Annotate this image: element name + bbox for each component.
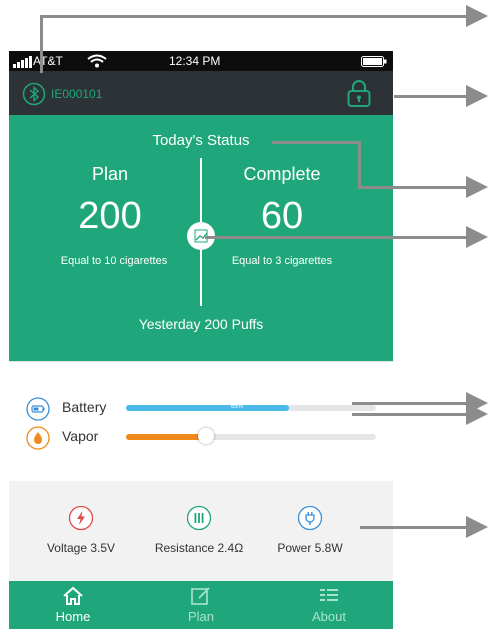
tab-bar: Home Plan About [9,581,393,629]
annotation-arrow-line [40,15,468,18]
vapor-fill [126,434,206,440]
annotation-arrowhead [466,516,488,538]
lock-icon[interactable] [346,78,372,108]
complete-value: 60 [260,195,304,237]
coil-icon [186,505,212,531]
phone-screen: AT&T 12:34 PM IE000101 Today's Status Pl… [9,51,393,629]
tab-about-label: About [312,609,346,624]
levels-section: Battery 65% Vapor [9,361,393,481]
tab-home[interactable]: Home [9,586,137,624]
section-divider [9,361,393,362]
tab-home-label: Home [55,609,91,624]
annotation-arrow-line [352,413,468,416]
annotation-arrowhead [466,85,488,107]
battery-label: Battery [62,399,107,415]
yesterday-summary: Yesterday 200 Puffs [138,316,264,332]
annotation-arrow-line [40,15,43,73]
battery-icon [26,397,50,421]
list-icon [318,586,340,606]
annotation-arrow-line [272,141,360,144]
wifi-icon [87,54,107,68]
carrier-label: AT&T [33,54,63,68]
bluetooth-icon[interactable] [22,82,46,106]
lightning-icon [68,505,94,531]
metric-resistance: Resistance 2.4Ω [139,505,259,555]
home-icon [62,586,84,606]
power-label: Power 5.8W [277,541,343,555]
vapor-slider-handle[interactable] [198,428,214,444]
plan-subtext: Equal to 10 cigarettes [60,255,168,267]
complete-subtext: Equal to 3 cigarettes [231,255,333,267]
tab-plan[interactable]: Plan [137,586,265,624]
device-bar: IE000101 [9,71,393,115]
complete-label: Complete [243,164,321,184]
voltage-label: Voltage 3.5V [46,541,116,555]
plan-label: Plan [91,164,129,184]
battery-status-icon [361,56,387,67]
annotation-arrowhead [466,403,488,425]
battery-fill [126,405,289,411]
edit-icon [190,586,212,606]
annotation-arrow-line [352,402,468,405]
status-bar: AT&T 12:34 PM [9,51,393,71]
annotation-arrow-line [394,95,468,98]
vapor-label: Vapor [62,428,99,444]
resistance-label: Resistance 2.4Ω [154,541,244,555]
plug-icon [297,505,323,531]
annotation-arrowhead [466,5,488,27]
annotation-arrowhead [466,226,488,248]
signal-icon [13,56,33,68]
battery-percent: 65% [231,404,244,410]
annotation-arrow-line [360,526,468,529]
metric-power: Power 5.8W [255,505,365,555]
metric-voltage: Voltage 3.5V [21,505,141,555]
annotation-arrowhead [466,176,488,198]
annotation-arrow-line [358,186,468,189]
tab-plan-label: Plan [187,609,215,624]
time-label: 12:34 PM [169,54,221,68]
annotation-arrow-line [358,141,361,188]
tab-about[interactable]: About [265,586,393,624]
vapor-icon [26,426,50,450]
annotation-arrow-line [205,236,468,239]
metrics-section: Voltage 3.5V Resistance 2.4Ω Power 5.8W [9,481,393,581]
plan-value: 200 [78,195,142,237]
device-id: IE000101 [51,87,103,101]
